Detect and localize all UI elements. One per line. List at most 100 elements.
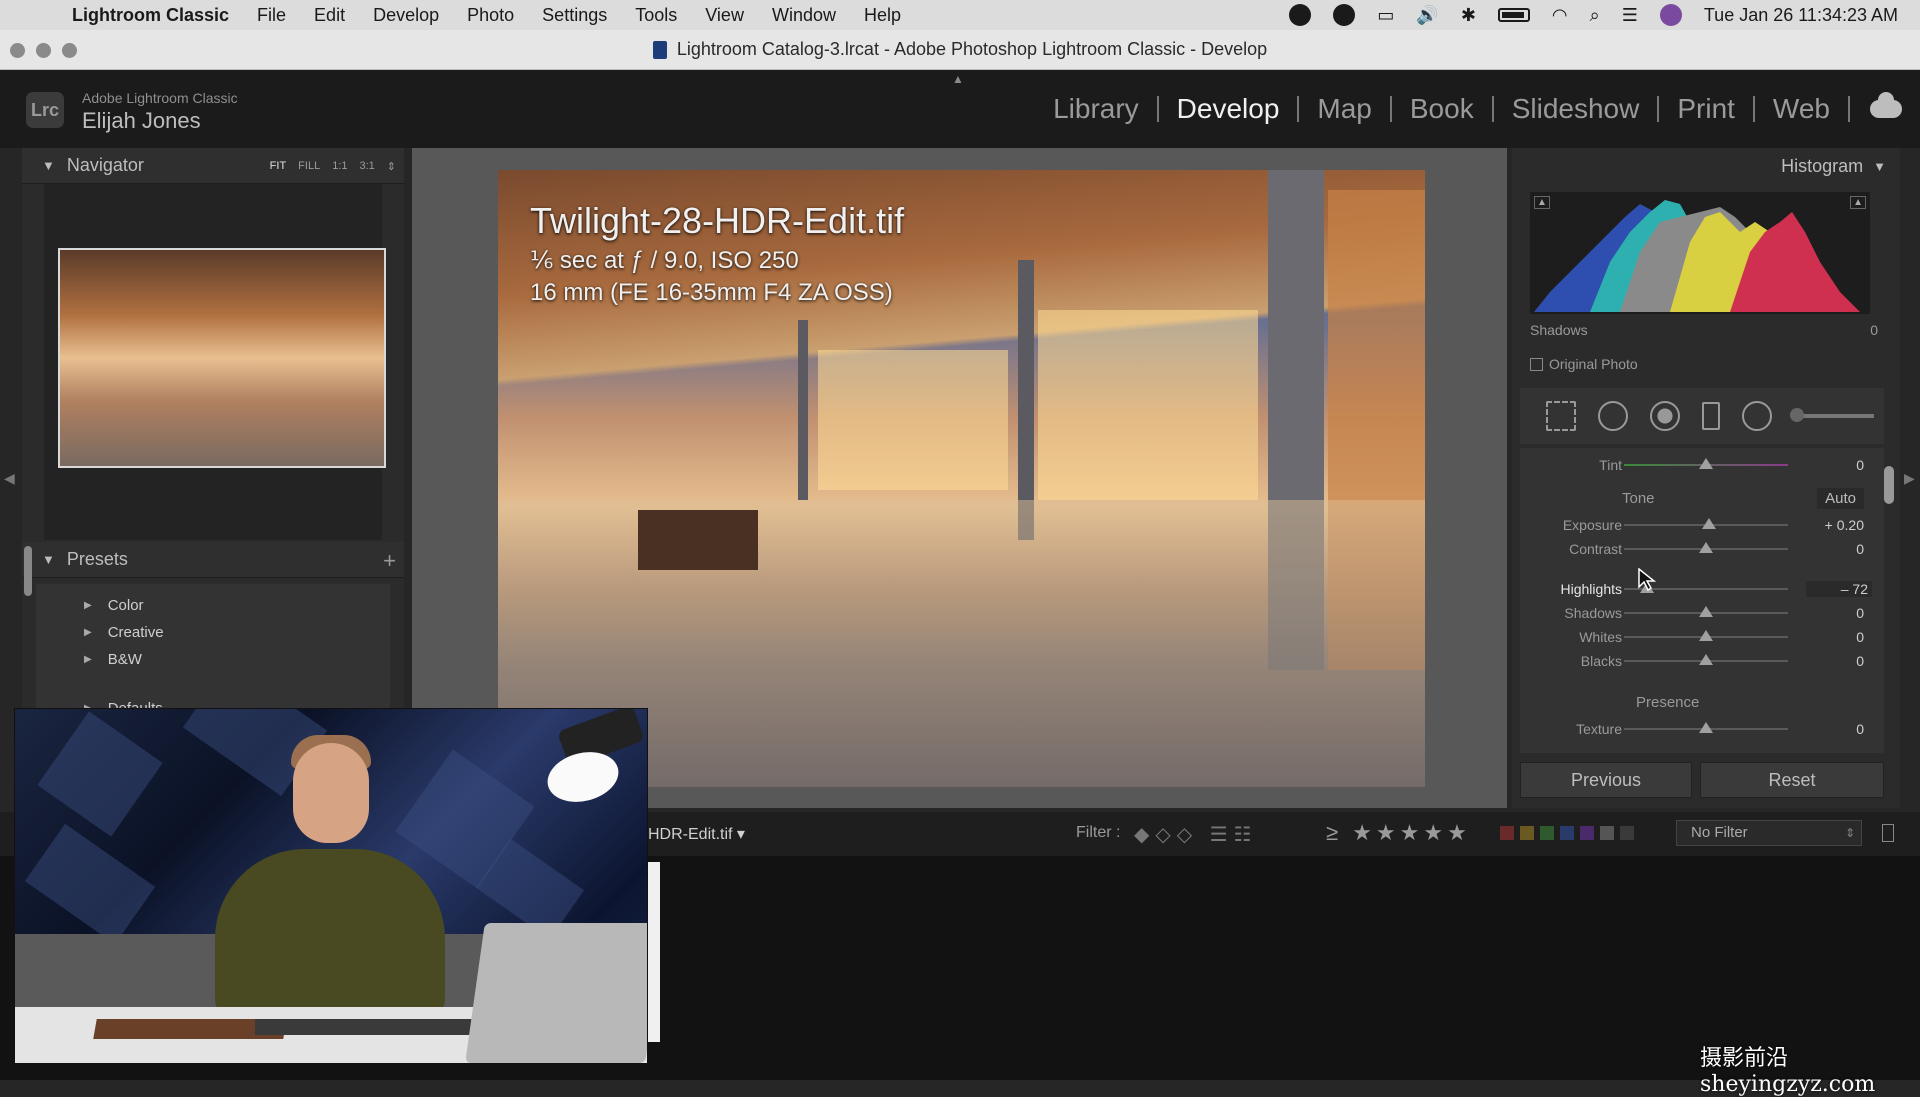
bluetooth-icon[interactable]: ✱ [1461, 5, 1476, 26]
whites-slider-row[interactable]: Whites 0 [1520, 626, 1884, 648]
control-center-icon[interactable]: ☰ [1622, 5, 1638, 26]
presets-header[interactable]: ▼ Presets + [22, 542, 404, 578]
top-panel-toggle-icon[interactable]: ▲ [952, 72, 964, 86]
shadows-slider-row[interactable]: Shadows 0 [1520, 602, 1884, 624]
exposure-slider-row[interactable]: Exposure + 0.20 [1520, 514, 1884, 536]
zoom-stepper-icon[interactable]: ⇕ [387, 160, 396, 173]
volume-icon[interactable]: 🔊 [1416, 5, 1438, 26]
menu-app-name[interactable]: Lightroom Classic [72, 5, 229, 26]
display-icon[interactable]: ▭ [1377, 5, 1394, 26]
previous-button[interactable]: Previous [1520, 762, 1692, 798]
blacks-slider-row[interactable]: Blacks 0 [1520, 650, 1884, 672]
color-swatch-red[interactable] [1500, 826, 1514, 840]
spot-removal-icon[interactable] [1598, 401, 1628, 431]
slider-value[interactable]: 0 [1856, 541, 1864, 557]
menu-view[interactable]: View [705, 5, 744, 26]
wifi-icon[interactable]: ◠ [1552, 5, 1568, 26]
minimize-window-button[interactable] [36, 43, 51, 58]
menu-help[interactable]: Help [864, 5, 901, 26]
flag-filter-icons[interactable]: ◆◇◇ ☰☷ [1134, 822, 1258, 847]
right-panel-scrollbar[interactable] [1884, 466, 1894, 504]
user-name[interactable]: Elijah Jones [82, 108, 201, 134]
add-preset-button[interactable]: + [383, 548, 396, 574]
slider-value[interactable]: 0 [1856, 605, 1864, 621]
menu-develop[interactable]: Develop [373, 5, 439, 26]
graduated-filter-icon[interactable] [1702, 402, 1720, 430]
preset-group-creative[interactable]: ▶ Creative [36, 619, 390, 646]
color-swatch-green[interactable] [1540, 826, 1554, 840]
navigator-header[interactable]: ▼ Navigator FIT FILL 1:1 3:1 ⇕ [22, 148, 404, 184]
left-panel-toggle-icon[interactable]: ◀ [4, 470, 15, 487]
tint-slider-row[interactable]: Tint 0 [1520, 454, 1884, 476]
zoom-window-button[interactable] [62, 43, 77, 58]
slider-thumb[interactable] [1699, 542, 1713, 553]
close-window-button[interactable] [10, 43, 25, 58]
rating-filter[interactable]: ≥ ★★★★★ [1326, 820, 1471, 846]
menu-edit[interactable]: Edit [314, 5, 345, 26]
left-panel-scrollbar[interactable] [24, 546, 32, 596]
siri-icon[interactable] [1659, 4, 1682, 26]
record-icon[interactable] [1289, 4, 1312, 26]
zoom-fill[interactable]: FILL [298, 160, 320, 173]
zoom-fit[interactable]: FIT [270, 160, 287, 173]
filmstrip-source[interactable]: HDR-Edit.tif ▾ [648, 824, 745, 844]
slider-thumb[interactable] [1699, 722, 1713, 733]
module-library[interactable]: Library [1035, 93, 1157, 125]
adjustment-brush-slider[interactable] [1790, 408, 1874, 422]
battery-icon[interactable] [1497, 8, 1530, 22]
texture-slider-row[interactable]: Texture 0 [1520, 718, 1884, 740]
module-book[interactable]: Book [1392, 93, 1492, 125]
color-swatch-purple[interactable] [1580, 826, 1594, 840]
collapse-triangle-icon[interactable]: ▼ [42, 552, 55, 567]
color-swatch-none[interactable] [1620, 826, 1634, 840]
filmstrip-thumbnail[interactable] [648, 862, 660, 1042]
right-panel-toggle-icon[interactable]: ▶ [1904, 470, 1915, 487]
preset-group-color[interactable]: ▶ Color [36, 592, 390, 619]
slider-thumb[interactable] [1699, 654, 1713, 665]
menu-tools[interactable]: Tools [635, 5, 677, 26]
reset-button[interactable]: Reset [1700, 762, 1884, 798]
auto-tone-button[interactable]: Auto [1817, 488, 1864, 509]
collapse-triangle-icon[interactable]: ▼ [1873, 159, 1886, 174]
color-swatch-custom[interactable] [1600, 826, 1614, 840]
zoom-3to1[interactable]: 3:1 [359, 160, 374, 173]
slider-value[interactable]: – 72 [1806, 581, 1872, 597]
zoom-1to1[interactable]: 1:1 [332, 160, 347, 173]
shadow-clipping-icon[interactable]: ▲ [1534, 196, 1550, 209]
bbedit-icon[interactable] [1333, 4, 1356, 26]
search-icon[interactable]: ⌕ [1590, 5, 1600, 26]
slider-thumb[interactable] [1699, 458, 1713, 469]
slider-thumb[interactable] [1702, 518, 1716, 529]
histogram-header[interactable]: Histogram ▼ [1512, 148, 1900, 184]
module-develop[interactable]: Develop [1159, 93, 1298, 125]
menu-settings[interactable]: Settings [542, 5, 607, 26]
preset-group-bw[interactable]: ▶ B&W [36, 646, 390, 673]
slider-value[interactable]: + 0.20 [1825, 517, 1864, 533]
collapse-triangle-icon[interactable]: ▼ [42, 158, 55, 173]
slider-value[interactable]: 0 [1856, 721, 1864, 737]
menu-clock[interactable]: Tue Jan 26 11:34:23 AM [1704, 5, 1898, 26]
radial-filter-icon[interactable] [1742, 401, 1772, 431]
color-swatch-blue[interactable] [1560, 826, 1574, 840]
checkbox-icon[interactable] [1530, 357, 1543, 371]
menu-file[interactable]: File [257, 5, 286, 26]
original-photo-toggle[interactable]: Original Photo [1530, 356, 1638, 372]
slider-thumb[interactable] [1699, 606, 1713, 617]
crop-tool-icon[interactable] [1546, 401, 1576, 431]
contrast-slider-row[interactable]: Contrast 0 [1520, 538, 1884, 560]
main-photo[interactable]: Twilight-28-HDR-Edit.tif ⅙ sec at ƒ / 9.… [498, 170, 1425, 787]
navigator-thumbnail[interactable] [58, 248, 386, 468]
filter-lock-icon[interactable] [1882, 824, 1894, 842]
module-slideshow[interactable]: Slideshow [1494, 93, 1658, 125]
highlights-slider-row[interactable]: Highlights – 72 [1520, 578, 1884, 600]
histogram-graph[interactable]: ▲ ▲ [1530, 192, 1870, 314]
cloud-icon[interactable] [1870, 92, 1902, 118]
module-map[interactable]: Map [1299, 93, 1389, 125]
color-swatch-yellow[interactable] [1520, 826, 1534, 840]
slider-value[interactable]: 0 [1856, 629, 1864, 645]
module-print[interactable]: Print [1659, 93, 1753, 125]
slider-thumb[interactable] [1699, 630, 1713, 641]
menu-window[interactable]: Window [772, 5, 836, 26]
red-eye-icon[interactable] [1650, 401, 1680, 431]
menu-photo[interactable]: Photo [467, 5, 514, 26]
